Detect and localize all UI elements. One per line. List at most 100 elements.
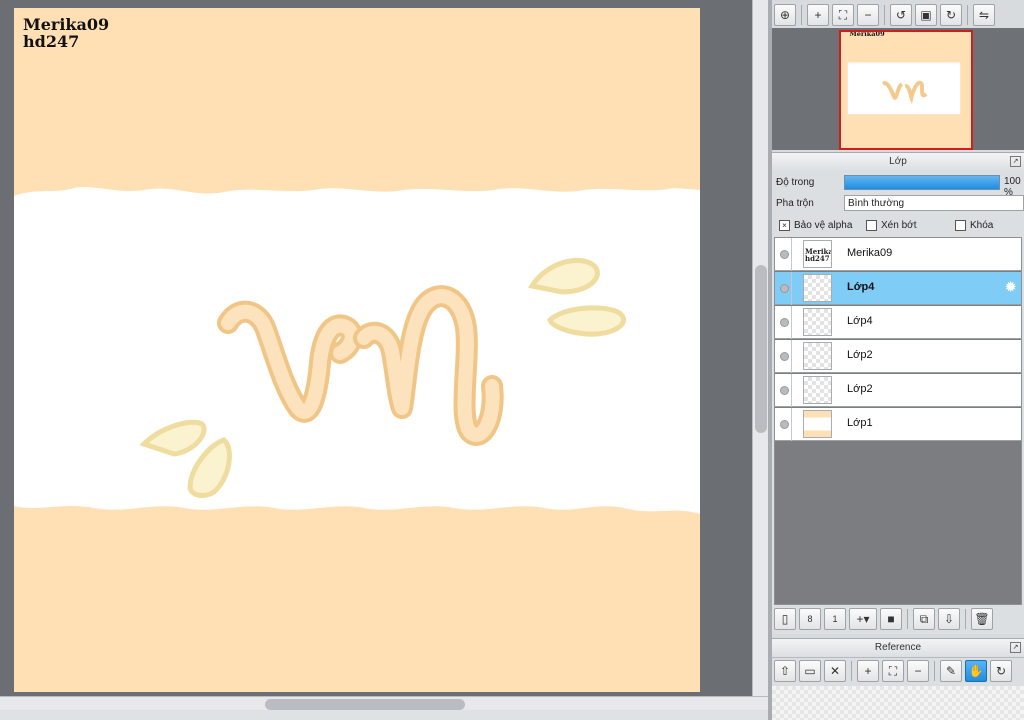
merge-down-icon[interactable]: ⇩ (938, 608, 960, 630)
layer-panel-title: Lớp (889, 156, 907, 167)
import-icon[interactable]: ⇧ (774, 660, 796, 682)
toolbar-divider (934, 661, 935, 681)
row-divider (791, 238, 792, 271)
visibility-icon[interactable] (780, 284, 789, 293)
signature-line-2: hd247 (23, 32, 80, 51)
protect-alpha-label: Bảo vệ alpha (794, 220, 853, 231)
layer-panel-header: Lớp ↗ (772, 152, 1024, 172)
status-strip (0, 710, 768, 720)
reference-panel: Reference ↗ ⇧ ▭ ✕ + ⛶ − ✎ ✋ ↻ (772, 638, 1024, 720)
canvas-area[interactable]: Merika09 hd247 (0, 0, 752, 696)
lock-checkbox[interactable]: Khóa (955, 220, 993, 231)
layer-toolbar: ▯ 8 1 +▾ ■ ⧉ ⇩ 🗑 (772, 606, 1024, 632)
new-layer-1bit-icon[interactable]: 1 (824, 608, 846, 630)
hand-icon[interactable]: ✋ (965, 660, 987, 682)
layer-row[interactable]: Lớp4 (775, 306, 1021, 339)
toolbar-divider (884, 5, 885, 25)
horizontal-scroll-thumb[interactable] (265, 699, 465, 710)
navigator-toolbar: ⊕ + ⛶ − ↺ ▣ ↻ ⇋ (772, 0, 995, 30)
folder-icon[interactable]: ■ (880, 608, 902, 630)
artwork-canvas[interactable]: Merika09 hd247 (14, 8, 700, 692)
row-divider (791, 306, 792, 339)
reference-canvas[interactable] (772, 686, 1024, 720)
visibility-icon[interactable] (780, 386, 789, 395)
open-folder-icon[interactable]: ▭ (799, 660, 821, 682)
protect-alpha-checkbox[interactable]: × Bảo vệ alpha (779, 220, 852, 231)
checkbox-checked-icon[interactable]: × (779, 220, 790, 231)
visibility-icon[interactable] (780, 352, 789, 361)
eyedropper-icon[interactable]: ✎ (940, 660, 962, 682)
blend-mode-select[interactable]: Bình thường (844, 195, 1024, 211)
svg-text:Merika09: Merika09 (849, 32, 885, 38)
new-layer-icon[interactable]: ▯ (774, 608, 796, 630)
row-divider (791, 374, 792, 407)
popout-icon[interactable]: ↗ (1010, 156, 1021, 167)
row-divider (791, 272, 792, 305)
toolbar-divider (907, 609, 908, 629)
zoom-fit-icon[interactable]: ⊕ (774, 4, 796, 26)
layer-row[interactable]: Lớp1 (775, 408, 1021, 441)
toolbar-divider (801, 5, 802, 25)
opacity-label: Độ trong (776, 176, 815, 188)
blend-label: Pha trộn (776, 197, 814, 209)
reference-panel-header: Reference ↗ (772, 638, 1024, 658)
layer-list[interactable]: Merika09hd247 Merika09 Lớp4 ✹ Lớp4 Lớp2 (774, 237, 1022, 605)
visibility-icon[interactable] (780, 420, 789, 429)
fit-icon[interactable]: ⛶ (882, 660, 904, 682)
layer-thumbnail (803, 410, 832, 438)
delete-layer-icon[interactable]: 🗑 (971, 608, 993, 630)
popout-icon[interactable]: ↗ (1010, 642, 1021, 653)
layer-name: Lớp1 (847, 417, 873, 429)
layer-row-selected[interactable]: Lớp4 ✹ (775, 272, 1021, 305)
rotate-left-icon[interactable]: ↺ (890, 4, 912, 26)
vertical-scroll-thumb[interactable] (755, 265, 767, 433)
row-divider (791, 340, 792, 373)
layer-name: Lớp4 (847, 281, 875, 293)
flip-icon[interactable]: ⇋ (973, 4, 995, 26)
reference-toolbar: ⇧ ▭ ✕ + ⛶ − ✎ ✋ ↻ (772, 658, 1012, 684)
layer-name: Merika09 (847, 247, 893, 259)
blend-row: Pha trộn (776, 194, 842, 212)
layer-name: Lớp4 (847, 315, 873, 327)
layer-thumbnail (803, 342, 832, 370)
zoom-out-icon[interactable]: − (857, 4, 879, 26)
layer-thumbnail (803, 376, 832, 404)
checkbox-icon[interactable] (866, 220, 877, 231)
navigator-panel[interactable]: Merika09 (772, 28, 1024, 150)
vertical-scrollbar[interactable] (752, 0, 769, 696)
opacity-slider[interactable] (844, 175, 1000, 190)
clipping-label: Xén bớt (881, 220, 917, 231)
layer-name: Lớp2 (847, 383, 873, 395)
layer-thumbnail (803, 274, 832, 302)
add-layer-menu-icon[interactable]: +▾ (849, 608, 877, 630)
layer-thumbnail: Merika09hd247 (803, 240, 832, 268)
gear-icon[interactable]: ✹ (1004, 280, 1017, 295)
fit-window-icon[interactable]: ▣ (915, 4, 937, 26)
fit-screen-icon[interactable]: ⛶ (832, 4, 854, 26)
clipping-checkbox[interactable]: Xén bớt (866, 220, 916, 231)
layer-row[interactable]: Lớp2 (775, 374, 1021, 407)
reference-panel-title: Reference (874, 642, 922, 653)
layer-name: Lớp2 (847, 349, 873, 361)
visibility-icon[interactable] (780, 250, 789, 259)
checkbox-icon[interactable] (955, 220, 966, 231)
new-layer-8bit-icon[interactable]: 8 (799, 608, 821, 630)
opacity-row: Độ trong (776, 173, 842, 191)
close-icon[interactable]: ✕ (824, 660, 846, 682)
zoom-in-icon[interactable]: + (857, 660, 879, 682)
zoom-in-icon[interactable]: + (807, 4, 829, 26)
rotate-icon[interactable]: ↻ (990, 660, 1012, 682)
toolbar-divider (967, 5, 968, 25)
signature-text: Merika09 hd247 (23, 16, 109, 50)
horizontal-scrollbar[interactable] (0, 696, 768, 711)
visibility-icon[interactable] (780, 318, 789, 327)
layer-thumbnail (803, 308, 832, 336)
zoom-out-icon[interactable]: − (907, 660, 929, 682)
rotate-right-icon[interactable]: ↻ (940, 4, 962, 26)
toolbar-divider (965, 609, 966, 629)
navigator-preview[interactable]: Merika09 (839, 30, 973, 150)
layer-row[interactable]: Merika09hd247 Merika09 (775, 238, 1021, 271)
navigator-preview-image: Merika09 (847, 32, 961, 144)
duplicate-layer-icon[interactable]: ⧉ (913, 608, 935, 630)
layer-row[interactable]: Lớp2 (775, 340, 1021, 373)
